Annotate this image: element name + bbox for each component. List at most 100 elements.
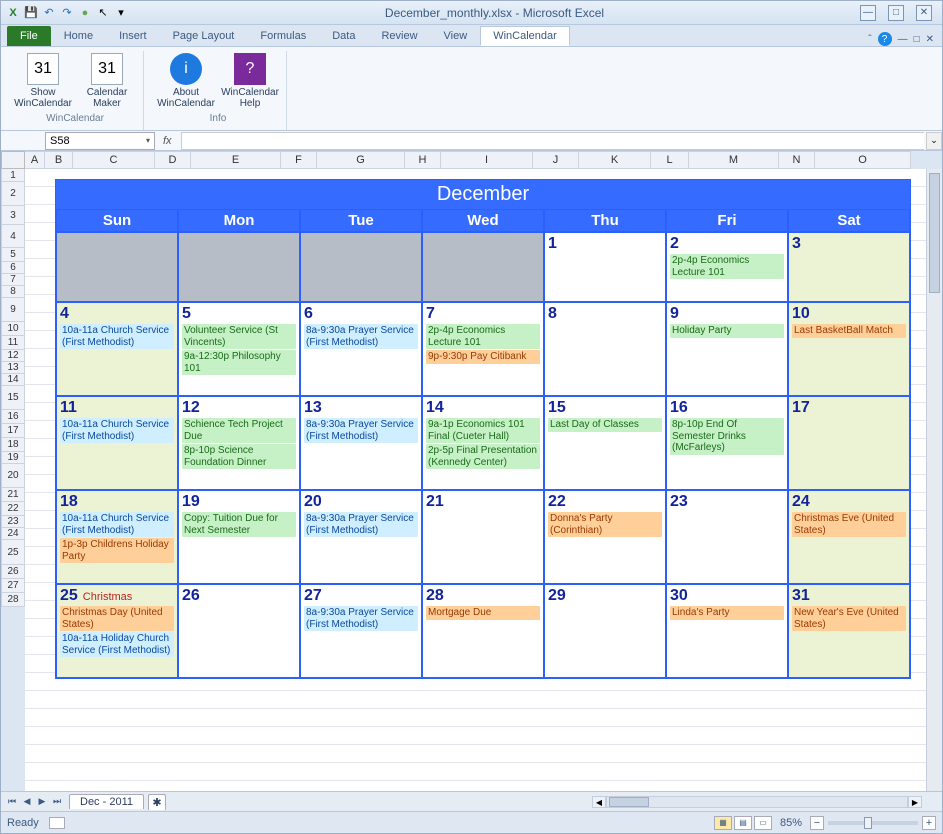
hscroll-left-icon[interactable]: ◀	[592, 796, 606, 808]
sheet-nav-last-icon[interactable]: ⏭	[50, 795, 64, 809]
calendar-day-6[interactable]: 68a-9:30a Prayer Service (First Methodis…	[300, 302, 422, 396]
calendar-event[interactable]: 10a-11a Church Service (First Methodist)	[60, 512, 174, 537]
calendar-event[interactable]: 9a-1p Economics 101 Final (Cueter Hall)	[426, 418, 540, 443]
row-header-6[interactable]: 6	[1, 262, 25, 274]
calendar-event[interactable]: Christmas Day (United States)	[60, 606, 174, 631]
pointer-icon[interactable]: ↖	[95, 5, 111, 21]
calendar-day-9[interactable]: 9Holiday Party	[666, 302, 788, 396]
row-header-24[interactable]: 24	[1, 528, 25, 540]
calendar-event[interactable]: 9a-12:30p Philosophy 101	[182, 350, 296, 375]
col-header-K[interactable]: K	[579, 151, 651, 169]
calendar-event[interactable]: Donna's Party (Corinthian)	[548, 512, 662, 537]
calendar-day-4[interactable]: 410a-11a Church Service (First Methodist…	[56, 302, 178, 396]
about-wincalendar-button[interactable]: iAbout WinCalendar	[158, 53, 214, 109]
row-header-1[interactable]: 1	[1, 169, 25, 182]
calendar-event[interactable]: 10a-11a Church Service (First Methodist)	[60, 324, 174, 349]
row-header-19[interactable]: 19	[1, 452, 25, 464]
calendar-event[interactable]: Volunteer Service (St Vincents)	[182, 324, 296, 349]
tab-file[interactable]: File	[7, 26, 51, 46]
tab-insert[interactable]: Insert	[106, 26, 160, 46]
calendar-event[interactable]: 1p-3p Childrens Holiday Party	[60, 538, 174, 563]
formula-bar-expand-icon[interactable]: ⌄	[926, 132, 942, 150]
view-normal-button[interactable]: ▦	[714, 816, 732, 830]
row-header-3[interactable]: 3	[1, 206, 25, 225]
row-header-10[interactable]: 10	[1, 322, 25, 336]
close-button[interactable]: ✕	[916, 5, 932, 21]
row-header-20[interactable]: 20	[1, 464, 25, 488]
calendar-day-23[interactable]: 23	[666, 490, 788, 584]
calendar-day-1[interactable]: 1	[544, 232, 666, 302]
grid[interactable]: December SunMonTueWedThuFriSat 122p-4p E…	[25, 169, 926, 791]
row-header-2[interactable]: 2	[1, 182, 25, 206]
calendar-event[interactable]: 8p-10p End Of Semester Drinks (McFarleys…	[670, 418, 784, 455]
tab-page-layout[interactable]: Page Layout	[160, 26, 248, 46]
zoom-percent[interactable]: 85%	[780, 817, 802, 829]
row-header-7[interactable]: 7	[1, 274, 25, 286]
calendar-day-empty[interactable]	[178, 232, 300, 302]
tab-home[interactable]: Home	[51, 26, 106, 46]
sheet-nav-prev-icon[interactable]: ◀	[20, 795, 34, 809]
zoom-out-button[interactable]: −	[810, 816, 824, 830]
calendar-day-22[interactable]: 22Donna's Party (Corinthian)	[544, 490, 666, 584]
sync-icon[interactable]: ●	[77, 5, 93, 21]
calendar-event[interactable]: Schience Tech Project Due	[182, 418, 296, 443]
calendar-day-28[interactable]: 28Mortgage Due	[422, 584, 544, 678]
calendar-event[interactable]: 8a-9:30a Prayer Service (First Methodist…	[304, 418, 418, 443]
row-header-13[interactable]: 13	[1, 362, 25, 374]
col-header-I[interactable]: I	[441, 151, 533, 169]
ribbon-minimize-icon[interactable]: ˆ	[868, 34, 871, 45]
calendar-day-10[interactable]: 10Last BasketBall Match	[788, 302, 910, 396]
calendar-event[interactable]: New Year's Eve (United States)	[792, 606, 906, 631]
zoom-slider[interactable]	[828, 821, 918, 825]
row-header-23[interactable]: 23	[1, 516, 25, 528]
calendar-day-16[interactable]: 168p-10p End Of Semester Drinks (McFarle…	[666, 396, 788, 490]
calendar-event[interactable]: Holiday Party	[670, 324, 784, 338]
row-header-16[interactable]: 16	[1, 410, 25, 424]
calendar-event[interactable]: Copy: Tuition Due for Next Semester	[182, 512, 296, 537]
horizontal-scrollbar[interactable]: ◀ ▶	[592, 795, 922, 809]
row-header-14[interactable]: 14	[1, 374, 25, 386]
col-header-M[interactable]: M	[689, 151, 779, 169]
calendar-day-14[interactable]: 149a-1p Economics 101 Final (Cueter Hall…	[422, 396, 544, 490]
calendar-event[interactable]: Last Day of Classes	[548, 418, 662, 432]
zoom-slider-thumb[interactable]	[864, 817, 872, 829]
tab-formulas[interactable]: Formulas	[247, 26, 319, 46]
calendar-event[interactable]: 10a-11a Holiday Church Service (First Me…	[60, 632, 174, 657]
view-pagebreak-button[interactable]: ▭	[754, 816, 772, 830]
row-header-15[interactable]: 15	[1, 386, 25, 410]
calendar-day-31[interactable]: 31New Year's Eve (United States)	[788, 584, 910, 678]
sheet-nav-next-icon[interactable]: ▶	[35, 795, 49, 809]
calendar-event[interactable]: 8a-9:30a Prayer Service (First Methodist…	[304, 324, 418, 349]
calendar-event[interactable]: 2p-5p Final Presentation (Kennedy Center…	[426, 444, 540, 469]
calendar-event[interactable]: Last BasketBall Match	[792, 324, 906, 338]
formula-input[interactable]	[181, 132, 924, 150]
row-header-25[interactable]: 25	[1, 540, 25, 565]
vertical-scrollbar[interactable]	[926, 169, 942, 791]
redo-icon[interactable]: ↷	[59, 5, 75, 21]
tab-review[interactable]: Review	[368, 26, 430, 46]
hscroll-right-icon[interactable]: ▶	[908, 796, 922, 808]
col-header-N[interactable]: N	[779, 151, 815, 169]
wincalendar-help-button[interactable]: ?WinCalendar Help	[222, 53, 278, 109]
calendar-day-8[interactable]: 8	[544, 302, 666, 396]
calendar-event[interactable]: Linda's Party	[670, 606, 784, 620]
col-header-O[interactable]: O	[815, 151, 911, 169]
calendar-maker-button[interactable]: 31Calendar Maker	[79, 53, 135, 109]
row-header-28[interactable]: 28	[1, 593, 25, 607]
calendar-day-11[interactable]: 1110a-11a Church Service (First Methodis…	[56, 396, 178, 490]
save-icon[interactable]: 💾	[23, 5, 39, 21]
vertical-scroll-thumb[interactable]	[929, 173, 940, 293]
name-box-dropdown-icon[interactable]: ▾	[146, 136, 150, 145]
qat-dropdown-icon[interactable]: ▾	[113, 5, 129, 21]
macro-record-icon[interactable]	[49, 817, 65, 829]
workbook-close-icon[interactable]: ✕	[926, 34, 934, 45]
calendar-day-25[interactable]: 25ChristmasChristmas Day (United States)…	[56, 584, 178, 678]
row-header-5[interactable]: 5	[1, 248, 25, 262]
calendar-day-21[interactable]: 21	[422, 490, 544, 584]
show-wincalendar-button[interactable]: 31Show WinCalendar	[15, 53, 71, 109]
calendar-day-3[interactable]: 3	[788, 232, 910, 302]
sheet-tab-active[interactable]: Dec - 2011	[69, 794, 144, 809]
calendar-event[interactable]: 8a-9:30a Prayer Service (First Methodist…	[304, 512, 418, 537]
row-header-12[interactable]: 12	[1, 350, 25, 362]
col-header-A[interactable]: A	[25, 151, 45, 169]
